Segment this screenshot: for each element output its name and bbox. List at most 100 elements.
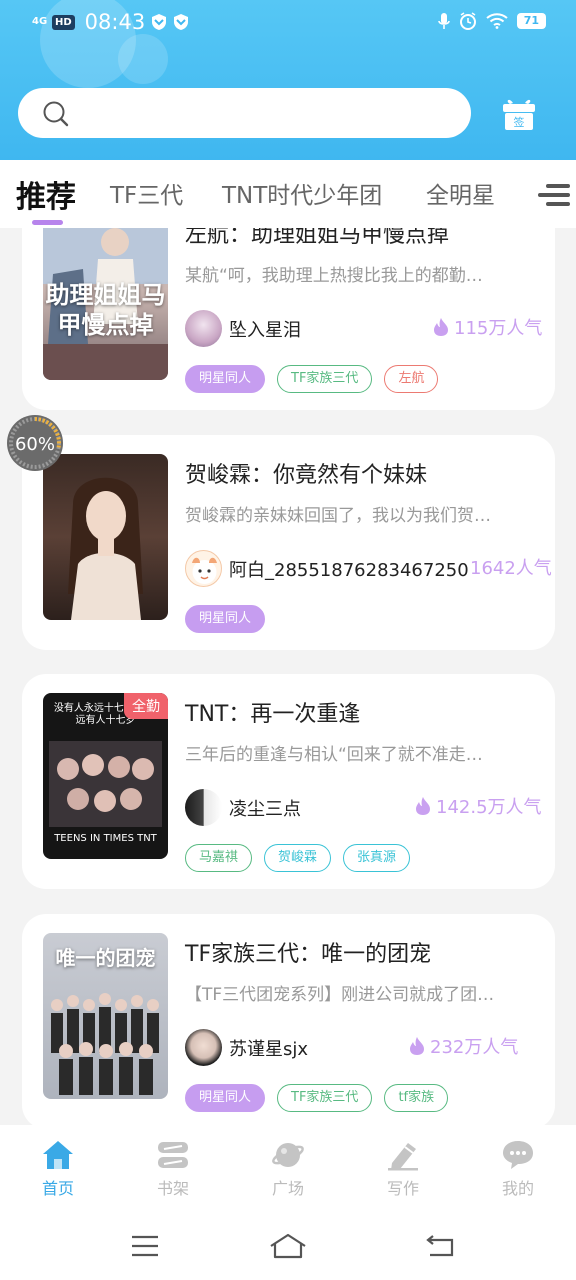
tab-tnt[interactable]: TNT时代少年团 xyxy=(222,176,382,210)
tag[interactable]: 明星同人 xyxy=(185,1084,266,1112)
book-card[interactable]: 唯一的团宠 TF家族三代：唯一的团宠 【TF三代团宠系列】刚进公司就成了团… 苏… xyxy=(22,914,555,1125)
book-cover[interactable]: 助理姐姐马甲慢点掉 xyxy=(43,228,168,380)
home-button-icon[interactable] xyxy=(268,1232,308,1260)
tab-tf-third-gen[interactable]: TF三代 xyxy=(110,176,183,210)
author-name[interactable]: 坠入星泪 xyxy=(229,316,301,342)
author-name[interactable]: 苏谨星sjx xyxy=(229,1035,308,1061)
nav-label: 广场 xyxy=(271,1179,304,1198)
tag[interactable]: 明星同人 xyxy=(185,365,266,393)
book-title[interactable]: TF家族三代：唯一的团宠 xyxy=(185,936,431,968)
home-icon xyxy=(43,1141,73,1169)
tag-list: 明星同人 TF家族三代 tf家族 xyxy=(185,1084,449,1112)
checkin-label: 签 xyxy=(514,115,525,129)
author-avatar[interactable] xyxy=(185,310,222,347)
nav-plaza[interactable]: 广场 xyxy=(248,1139,328,1199)
tag[interactable]: TF家族三代 xyxy=(277,1084,373,1112)
reading-progress-badge[interactable]: 60% xyxy=(6,414,64,472)
nav-me[interactable]: 我的 xyxy=(478,1139,558,1199)
cover-illustration xyxy=(51,993,159,1095)
tag[interactable]: TF家族三代 xyxy=(277,365,373,393)
book-cover[interactable] xyxy=(43,454,168,620)
nav-label: 写作 xyxy=(386,1179,419,1198)
tag[interactable]: tf家族 xyxy=(384,1084,449,1112)
shield-icon xyxy=(152,14,167,30)
popularity-text: 142.5万人气 xyxy=(436,797,542,818)
nav-label: 我的 xyxy=(501,1179,534,1198)
popularity: 232万人气 xyxy=(408,1033,518,1059)
cover-text-bottom: TEENS IN TIMES TNT xyxy=(54,833,157,844)
flame-icon xyxy=(434,318,448,336)
cover-illustration xyxy=(68,477,143,620)
planet-icon xyxy=(272,1143,304,1167)
tab-recommend[interactable]: 推荐 xyxy=(16,172,76,216)
author-avatar[interactable] xyxy=(185,550,222,587)
cover-title: 助理姐姐马甲慢点掉 xyxy=(45,281,166,339)
category-tabs: 推荐 TF三代 TNT时代少年团 全明星 刘 xyxy=(0,160,576,228)
tag[interactable]: 张真源 xyxy=(343,844,411,872)
search-icon xyxy=(43,101,69,127)
status-bar: 4G HD 08:43 71 xyxy=(0,0,576,44)
tag[interactable]: 左航 xyxy=(384,365,439,393)
book-title[interactable]: 左航：助理姐姐马甲慢点掉 xyxy=(185,228,449,249)
popularity-text: 1642人气 xyxy=(470,558,552,579)
popularity: 115万人气 xyxy=(432,314,542,340)
nav-bookshelf[interactable]: 书架 xyxy=(133,1139,213,1199)
battery-indicator: 71 xyxy=(516,13,546,29)
tag-list: 马嘉祺 贺峻霖 张真源 xyxy=(185,844,411,872)
popularity: 142.5万人气 xyxy=(414,793,542,819)
bottom-navigation: 首页 书架 广场 写作 我的 xyxy=(0,1125,576,1212)
tag-list: 明星同人 xyxy=(185,605,266,633)
reading-progress-text: 60% xyxy=(15,434,55,455)
pencil-icon xyxy=(388,1143,418,1171)
book-card[interactable]: 没有人永远十七岁 但永远有人十七岁 TEENS IN TIMES TNT 全勤 … xyxy=(22,674,555,889)
back-icon[interactable] xyxy=(425,1234,455,1258)
avatar-illustration xyxy=(192,557,217,584)
book-feed[interactable]: 助理姐姐马甲慢点掉 左航：助理姐姐马甲慢点掉 某航“呵，我助理上热搜比我上的都勤… xyxy=(0,228,576,1125)
app-root: 4G HD 08:43 71 签 推荐 TF三代 TNT时代少年团 全明星 助理… xyxy=(0,0,576,1280)
tab-all-stars[interactable]: 全明星 xyxy=(426,176,495,210)
cover-illustration xyxy=(49,741,162,827)
popularity-text: 115万人气 xyxy=(454,318,543,339)
chat-bubble-icon xyxy=(503,1141,533,1169)
book-description: 三年后的重逢与相认“回来了就不准走… xyxy=(185,745,483,765)
book-description: 【TF三代团宠系列】刚进公司就成了团… xyxy=(185,985,495,1005)
book-cover[interactable]: 唯一的团宠 xyxy=(43,933,168,1099)
nav-label: 书架 xyxy=(156,1179,189,1198)
popularity-text: 232万人气 xyxy=(430,1037,519,1058)
status-time: 08:43 xyxy=(84,10,146,34)
cover-title: 唯一的团宠 xyxy=(55,946,156,970)
book-card[interactable]: 贺峻霖：你竟然有个妹妹 贺峻霖的亲妹妹回国了，我以为我们贺… 阿白_285518… xyxy=(22,435,555,650)
recent-apps-icon[interactable] xyxy=(130,1234,160,1258)
flame-icon xyxy=(410,1037,424,1055)
author-name[interactable]: 阿白_28551876283467250 xyxy=(229,556,469,582)
book-card[interactable]: 助理姐姐马甲慢点掉 左航：助理姐姐马甲慢点掉 某航“呵，我助理上热搜比我上的都勤… xyxy=(22,228,555,410)
tag[interactable]: 贺峻霖 xyxy=(264,844,332,872)
bookshelf-icon xyxy=(158,1142,188,1168)
tag[interactable]: 明星同人 xyxy=(185,605,266,633)
book-title[interactable]: TNT：再一次重逢 xyxy=(185,696,360,728)
nav-label: 首页 xyxy=(41,1179,74,1198)
shield-icon xyxy=(174,14,189,30)
tag[interactable]: 马嘉祺 xyxy=(185,844,253,872)
full-attendance-badge: 全勤 xyxy=(124,693,168,719)
category-menu-icon[interactable] xyxy=(534,178,572,212)
book-description: 贺峻霖的亲妹妹回国了，我以为我们贺… xyxy=(185,506,491,526)
nav-home[interactable]: 首页 xyxy=(18,1139,98,1199)
book-cover[interactable]: 没有人永远十七岁 但永远有人十七岁 TEENS IN TIMES TNT 全勤 xyxy=(43,693,168,859)
flame-icon xyxy=(416,797,430,815)
microphone-icon xyxy=(437,13,450,29)
gift-checkin-icon[interactable]: 签 xyxy=(500,95,538,133)
system-navigation-bar xyxy=(0,1212,576,1280)
popularity: 1642人气 xyxy=(470,554,552,580)
author-name[interactable]: 凌尘三点 xyxy=(229,795,301,821)
search-input[interactable] xyxy=(18,88,471,138)
author-avatar[interactable] xyxy=(185,1029,222,1066)
nav-write[interactable]: 写作 xyxy=(363,1139,443,1199)
network-indicator: 4G xyxy=(32,16,48,27)
tag-list: 明星同人 TF家族三代 左航 xyxy=(185,365,439,393)
header: 4G HD 08:43 71 签 xyxy=(0,0,576,160)
alarm-icon xyxy=(459,12,476,30)
book-title[interactable]: 贺峻霖：你竟然有个妹妹 xyxy=(185,457,427,489)
author-avatar[interactable] xyxy=(185,789,222,826)
wifi-icon xyxy=(486,13,508,29)
